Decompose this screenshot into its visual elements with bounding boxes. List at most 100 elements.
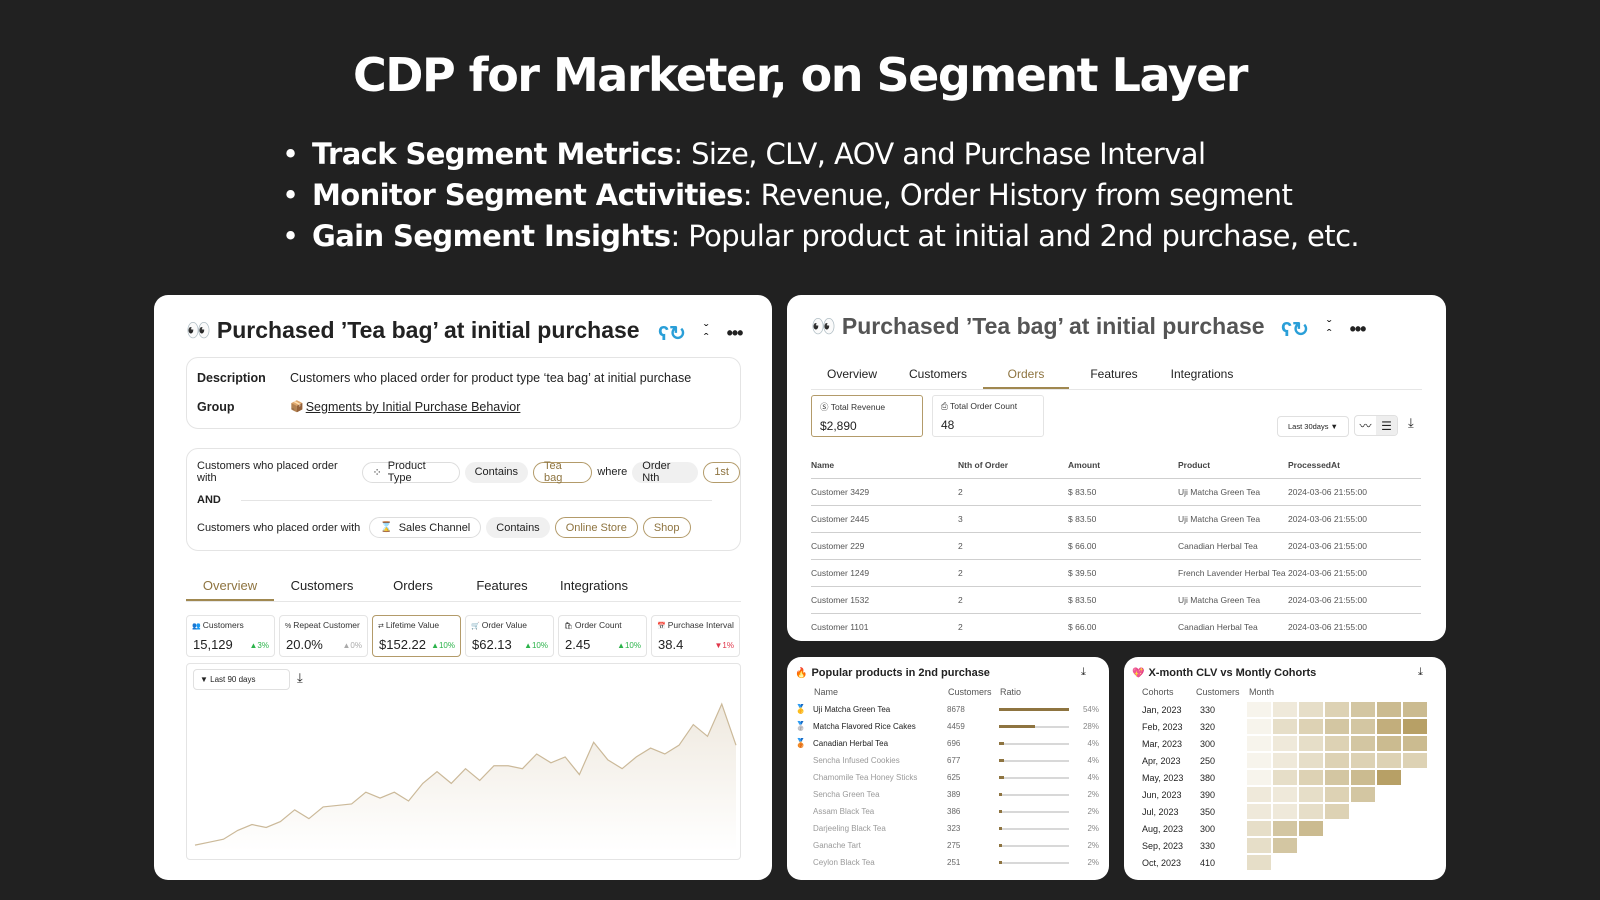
- heatmap-cell[interactable]: [1377, 719, 1401, 734]
- heatmap-cell[interactable]: [1247, 855, 1271, 870]
- column-header[interactable]: Name: [811, 460, 958, 479]
- product-row[interactable]: 🥇 Uji Matcha Green Tea 8678 54%: [795, 701, 1099, 718]
- heatmap-cell[interactable]: [1351, 719, 1375, 734]
- product-row[interactable]: Ceylon Black Tea 251 2%: [795, 854, 1099, 871]
- tab-customers[interactable]: Customers: [274, 578, 370, 601]
- tab-features[interactable]: Features: [456, 578, 548, 601]
- product-row[interactable]: Ganache Tart 275 2%: [795, 837, 1099, 854]
- heatmap-cell[interactable]: [1299, 821, 1323, 836]
- group-link[interactable]: Segments by Initial Purchase Behavior: [306, 400, 521, 414]
- heatmap-cell[interactable]: [1299, 804, 1323, 819]
- collapse-icon[interactable]: ˇˆ: [704, 322, 709, 345]
- metric-card-lifetime-value[interactable]: ⇄ Lifetime Value $152.22 ▲10%: [372, 615, 461, 657]
- collapse-icon[interactable]: ˇˆ: [1327, 318, 1332, 341]
- heatmap-cell[interactable]: [1403, 719, 1427, 734]
- heatmap-cell[interactable]: [1325, 719, 1349, 734]
- table-row[interactable]: Customer 1532 2 $ 83.50 Uji Matcha Green Te…: [811, 586, 1421, 614]
- heatmap-cell[interactable]: [1273, 719, 1297, 734]
- heatmap-cell[interactable]: [1325, 753, 1349, 768]
- heatmap-cell[interactable]: [1351, 736, 1375, 751]
- heatmap-cell[interactable]: [1247, 804, 1271, 819]
- value-chip-1st[interactable]: 1st: [703, 461, 740, 483]
- operator-chip[interactable]: Contains: [464, 461, 529, 483]
- tab-features[interactable]: Features: [1069, 367, 1159, 389]
- product-row[interactable]: Assam Black Tea 386 2%: [795, 803, 1099, 820]
- product-row[interactable]: 🥉 Canadian Herbal Tea 696 4%: [795, 735, 1099, 752]
- tab-overview[interactable]: Overview: [811, 367, 893, 389]
- product-row[interactable]: 🥈 Matcha Flavored Rice Cakes 4459 28%: [795, 718, 1099, 735]
- heatmap-cell[interactable]: [1351, 787, 1375, 802]
- value-chip-online-store[interactable]: Online Store: [554, 517, 638, 538]
- heatmap-cell[interactable]: [1377, 770, 1401, 785]
- heatmap-cell[interactable]: [1325, 804, 1349, 819]
- heatmap-cell[interactable]: [1377, 702, 1401, 717]
- heatmap-cell[interactable]: [1377, 736, 1401, 751]
- total-revenue-metric[interactable]: Ⓢ Total Revenue $2,890: [811, 395, 923, 437]
- heatmap-cell[interactable]: [1273, 804, 1297, 819]
- download-icon[interactable]: ⤓: [1081, 666, 1086, 679]
- download-icon[interactable]: ⤓: [1418, 666, 1423, 679]
- heatmap-cell[interactable]: [1273, 821, 1297, 836]
- heatmap-cell[interactable]: [1351, 770, 1375, 785]
- value-chip-shop[interactable]: Shop: [642, 517, 691, 538]
- heatmap-cell[interactable]: [1273, 702, 1297, 717]
- heatmap-cell[interactable]: [1247, 702, 1271, 717]
- heatmap-cell[interactable]: [1273, 736, 1297, 751]
- tab-integrations[interactable]: Integrations: [1159, 367, 1245, 389]
- metric-card-purchase-interval[interactable]: 📅 Purchase Interval 38.4 ▼1%: [651, 615, 740, 657]
- date-range-select[interactable]: Last 30days ▼: [1277, 416, 1349, 437]
- column-header[interactable]: Nth of Order: [958, 460, 1068, 479]
- heatmap-cell[interactable]: [1299, 770, 1323, 785]
- heatmap-cell[interactable]: [1325, 787, 1349, 802]
- table-row[interactable]: Customer 1249 2 $ 39.50 French Lavender Her…: [811, 559, 1421, 587]
- column-header[interactable]: Product: [1178, 460, 1288, 479]
- table-row[interactable]: Customer 3429 2 $ 83.50 Uji Matcha Green Te…: [811, 478, 1421, 506]
- refresh-icon[interactable]: ʕ↻: [1281, 317, 1309, 342]
- column-header[interactable]: Amount: [1068, 460, 1178, 479]
- product-row[interactable]: Darjeeling Black Tea 323 2%: [795, 820, 1099, 837]
- heatmap-cell[interactable]: [1299, 702, 1323, 717]
- heatmap-cell[interactable]: [1247, 787, 1271, 802]
- column-header[interactable]: ProcessedAt: [1288, 460, 1421, 479]
- more-icon[interactable]: •••: [727, 323, 744, 344]
- heatmap-cell[interactable]: [1247, 770, 1271, 785]
- heatmap-cell[interactable]: [1377, 753, 1401, 768]
- heatmap-cell[interactable]: [1403, 736, 1427, 751]
- table-row[interactable]: Customer 2445 3 $ 83.50 Uji Matcha Green Te…: [811, 505, 1421, 533]
- download-icon[interactable]: ⤓: [1408, 415, 1414, 431]
- heatmap-cell[interactable]: [1299, 719, 1323, 734]
- metric-card-repeat-customer[interactable]: % Repeat Customer 20.0% ▲0%: [279, 615, 368, 657]
- heatmap-cell[interactable]: [1351, 753, 1375, 768]
- table-row[interactable]: Customer 1101 2 $ 66.00 Canadian Herbal Tea…: [811, 614, 1421, 641]
- metric-card-order-count[interactable]: 🛍 Order Count 2.45 ▲10%: [558, 615, 647, 657]
- operator-chip[interactable]: Contains: [486, 517, 550, 538]
- heatmap-cell[interactable]: [1299, 787, 1323, 802]
- heatmap-cell[interactable]: [1273, 838, 1297, 853]
- heatmap-cell[interactable]: [1403, 753, 1427, 768]
- heatmap-cell[interactable]: [1351, 702, 1375, 717]
- line-chart-icon[interactable]: 〰: [1355, 416, 1376, 435]
- field-chip-product-type[interactable]: ⁘ Product Type: [361, 460, 460, 484]
- heatmap-cell[interactable]: [1273, 770, 1297, 785]
- list-icon[interactable]: ☰: [1376, 416, 1397, 435]
- refresh-icon[interactable]: ʕ↻: [658, 321, 686, 346]
- product-row[interactable]: Sencha Green Tea 389 2%: [795, 786, 1099, 803]
- heatmap-cell[interactable]: [1325, 736, 1349, 751]
- metric-card-customers[interactable]: 👥 Customers 15,129 ▲3%: [186, 615, 275, 657]
- tab-customers[interactable]: Customers: [893, 367, 983, 389]
- value-chip-tea-bag[interactable]: Tea bag: [533, 460, 593, 484]
- heatmap-cell[interactable]: [1325, 770, 1349, 785]
- heatmap-cell[interactable]: [1325, 702, 1349, 717]
- total-order-count-metric[interactable]: ⎙ Total Order Count 48: [932, 395, 1044, 437]
- heatmap-cell[interactable]: [1273, 753, 1297, 768]
- more-icon[interactable]: •••: [1350, 319, 1367, 340]
- tab-orders[interactable]: Orders: [983, 367, 1069, 389]
- product-row[interactable]: Sencha Infused Cookies 677 4%: [795, 752, 1099, 769]
- tab-orders[interactable]: Orders: [370, 578, 456, 601]
- heatmap-cell[interactable]: [1247, 821, 1271, 836]
- tab-integrations[interactable]: Integrations: [548, 578, 640, 601]
- heatmap-cell[interactable]: [1403, 702, 1427, 717]
- heatmap-cell[interactable]: [1247, 838, 1271, 853]
- heatmap-cell[interactable]: [1273, 787, 1297, 802]
- heatmap-cell[interactable]: [1299, 753, 1323, 768]
